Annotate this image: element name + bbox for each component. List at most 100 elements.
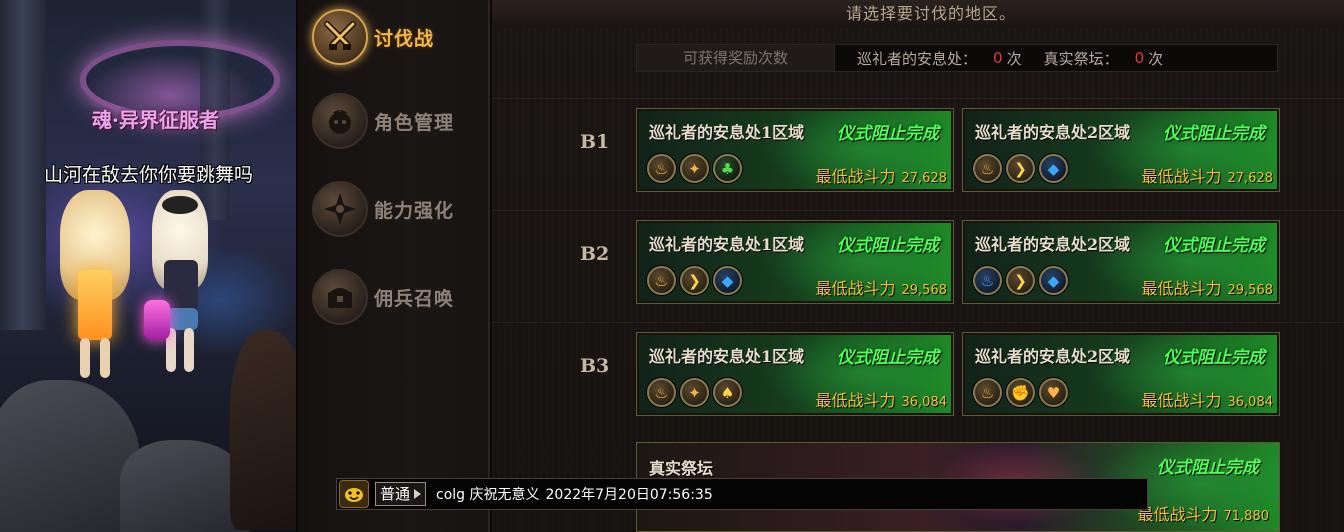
min-power-value: 27,628 bbox=[901, 171, 948, 186]
fist-icon: ✊ bbox=[1006, 378, 1035, 407]
player-name: 山河在敌去你你要跳舞吗 bbox=[44, 164, 254, 186]
guild-title: 魂·异界征服者 bbox=[92, 108, 219, 132]
rock bbox=[0, 380, 140, 532]
menu-item-enhance[interactable]: 能力强化 bbox=[312, 174, 482, 244]
menu-label: 能力强化 bbox=[374, 199, 455, 222]
chat-channel-selector[interactable]: 普通 bbox=[375, 482, 427, 506]
rock bbox=[230, 330, 296, 530]
heart-suit-icon: ♥ bbox=[1039, 378, 1068, 407]
menu-label: 角色管理 bbox=[374, 111, 455, 134]
treasure-chest-icon bbox=[312, 269, 368, 325]
min-power-value: 36,084 bbox=[901, 395, 948, 410]
zone-status: 仪式阻止完成 bbox=[1163, 124, 1265, 144]
zone-card[interactable]: 巡礼者的安息处2区域 仪式阻止完成 ♨ ✊ ♥ 最低战斗力 36,084 bbox=[962, 332, 1280, 416]
element-icons: ♨ ✦ ♠ bbox=[647, 378, 742, 407]
zone-card[interactable]: 巡礼者的安息处1区域 仪式阻止完成 ♨ ✦ ♣ 最低战斗力 27,628 bbox=[636, 108, 954, 192]
torch-icon: ✦ bbox=[680, 378, 709, 407]
min-power-value: 29,568 bbox=[901, 283, 948, 298]
shuriken-star-icon bbox=[312, 181, 368, 237]
min-power-label: 最低战斗力 bbox=[1137, 505, 1218, 524]
chevron-rune-icon: ❯ bbox=[1006, 266, 1035, 295]
crossed-swords-icon bbox=[312, 9, 368, 65]
element-icons: ♨ ❯ ◆ bbox=[647, 266, 742, 295]
torch-icon: ✦ bbox=[680, 154, 709, 183]
min-power-value: 71,880 bbox=[1223, 509, 1270, 524]
min-power: 最低战斗力 71,880 bbox=[1137, 501, 1269, 525]
zone-name: 巡礼者的安息处2区域 bbox=[975, 123, 1131, 142]
diamond-rune-icon: ◆ bbox=[1039, 154, 1068, 183]
count-unit: 次 bbox=[1148, 49, 1164, 68]
chevron-rune-icon: ❯ bbox=[1006, 154, 1035, 183]
side-menu: 讨伐战 角色管理 能力强化 佣兵召唤 bbox=[296, 0, 490, 532]
altar-name: 真实祭坛 bbox=[649, 459, 714, 478]
zone-status: 仪式阻止完成 bbox=[1163, 348, 1265, 368]
chat-channel-label: 普通 bbox=[380, 485, 411, 503]
element-icons: ♨ ❯ ◆ bbox=[973, 266, 1068, 295]
emoji-icon[interactable] bbox=[339, 480, 369, 508]
diamond-rune-icon: ◆ bbox=[1039, 266, 1068, 295]
floor-label: B2 bbox=[580, 243, 610, 265]
fire-rune-icon: ♨ bbox=[973, 154, 1002, 183]
min-power-label: 最低战斗力 bbox=[815, 279, 896, 298]
zone-status: 仪式阻止完成 bbox=[1163, 236, 1265, 256]
chevron-rune-icon: ❯ bbox=[680, 266, 709, 295]
min-power-value: 36,084 bbox=[1227, 395, 1274, 410]
stone-pillar bbox=[0, 0, 46, 330]
zone-name: 巡礼者的安息处1区域 bbox=[649, 347, 805, 366]
zone-status: 仪式阻止完成 bbox=[837, 124, 939, 144]
menu-label: 佣兵召唤 bbox=[374, 287, 455, 310]
min-power-label: 最低战斗力 bbox=[1141, 279, 1222, 298]
zone-card[interactable]: 巡礼者的安息处2区域 仪式阻止完成 ♨ ❯ ◆ 最低战斗力 27,628 bbox=[962, 108, 1280, 192]
menu-item-character[interactable]: 角色管理 bbox=[312, 86, 482, 156]
element-icons: ♨ ✦ ♣ bbox=[647, 154, 742, 183]
fire-rune-icon: ♨ bbox=[647, 266, 676, 295]
menu-label: 讨伐战 bbox=[374, 27, 435, 50]
game-scene: 魂·异界征服者 山河在敌去你你要跳舞吗 bbox=[0, 0, 296, 532]
min-power: 最低战斗力 29,568 bbox=[815, 275, 947, 299]
zone-card[interactable]: 巡礼者的安息处1区域 仪式阻止完成 ♨ ❯ ◆ 最低战斗力 29,568 bbox=[636, 220, 954, 304]
min-power-value: 27,628 bbox=[1227, 171, 1274, 186]
chat-timestamp: 2022年7月20日07:56:35 bbox=[545, 487, 713, 503]
water-rune-icon: ♨ bbox=[973, 266, 1002, 295]
chat-bar: 普通 colg 庆祝无意义 2022年7月20日07:56:35 bbox=[336, 478, 1148, 510]
altar-status: 仪式阻止完成 bbox=[1157, 458, 1259, 478]
pilgrim-reward-label: 巡礼者的安息处： bbox=[857, 49, 978, 68]
altar-reward-label: 真实祭坛： bbox=[1043, 49, 1119, 68]
fire-rune-icon: ♨ bbox=[647, 154, 676, 183]
zone-name: 巡礼者的安息处2区域 bbox=[975, 235, 1131, 254]
reward-counter-label: 可获得奖励次数 bbox=[637, 45, 835, 71]
chat-message: colg 庆祝无意义 bbox=[436, 487, 540, 503]
floor-row-b2: B2 巡礼者的安息处1区域 仪式阻止完成 ♨ ❯ ◆ 最低战斗力 29,568 … bbox=[492, 210, 1344, 318]
zone-card[interactable]: 巡礼者的安息处1区域 仪式阻止完成 ♨ ✦ ♠ 最低战斗力 36,084 bbox=[636, 332, 954, 416]
caret-right-icon bbox=[414, 489, 422, 499]
zone-name: 巡礼者的安息处1区域 bbox=[649, 123, 805, 142]
min-power: 最低战斗力 36,084 bbox=[1141, 387, 1273, 411]
menu-item-subjugation[interactable]: 讨伐战 bbox=[312, 2, 482, 72]
element-icons: ♨ ❯ ◆ bbox=[973, 154, 1068, 183]
spade-suit-icon: ♠ bbox=[713, 378, 742, 407]
reward-counter: 可获得奖励次数 巡礼者的安息处： 0 次 真实祭坛： 0 次 bbox=[636, 44, 1278, 72]
min-power: 最低战斗力 27,628 bbox=[1141, 163, 1273, 187]
element-icons: ♨ ✊ ♥ bbox=[973, 378, 1068, 407]
min-power-value: 29,568 bbox=[1227, 283, 1274, 298]
min-power: 最低战斗力 27,628 bbox=[815, 163, 947, 187]
pilgrim-reward-count: 0 bbox=[993, 49, 1003, 67]
player-character[interactable] bbox=[60, 190, 130, 380]
min-power-label: 最低战斗力 bbox=[1141, 391, 1222, 410]
altar-reward-count: 0 bbox=[1134, 49, 1145, 67]
subjugation-panel: 请选择要讨伐的地区。 可获得奖励次数 巡礼者的安息处： 0 次 真实祭坛： 0 … bbox=[492, 0, 1344, 532]
zone-status: 仪式阻止完成 bbox=[837, 348, 939, 368]
fire-rune-icon: ♨ bbox=[973, 378, 1002, 407]
zone-card[interactable]: 巡礼者的安息处2区域 仪式阻止完成 ♨ ❯ ◆ 最低战斗力 29,568 bbox=[962, 220, 1280, 304]
character-face-icon bbox=[312, 93, 368, 149]
zone-name: 巡礼者的安息处2区域 bbox=[975, 347, 1131, 366]
min-power: 最低战斗力 36,084 bbox=[815, 387, 947, 411]
floor-row-b3: B3 巡礼者的安息处1区域 仪式阻止完成 ♨ ✦ ♠ 最低战斗力 36,084 … bbox=[492, 322, 1344, 430]
menu-item-mercenary[interactable]: 佣兵召唤 bbox=[312, 262, 482, 332]
floor-label: B3 bbox=[580, 355, 610, 377]
companion-character[interactable] bbox=[140, 190, 220, 380]
min-power-label: 最低战斗力 bbox=[1141, 167, 1222, 186]
club-suit-icon: ♣ bbox=[713, 154, 742, 183]
count-unit: 次 bbox=[1006, 49, 1022, 68]
floor-label: B1 bbox=[580, 131, 610, 153]
